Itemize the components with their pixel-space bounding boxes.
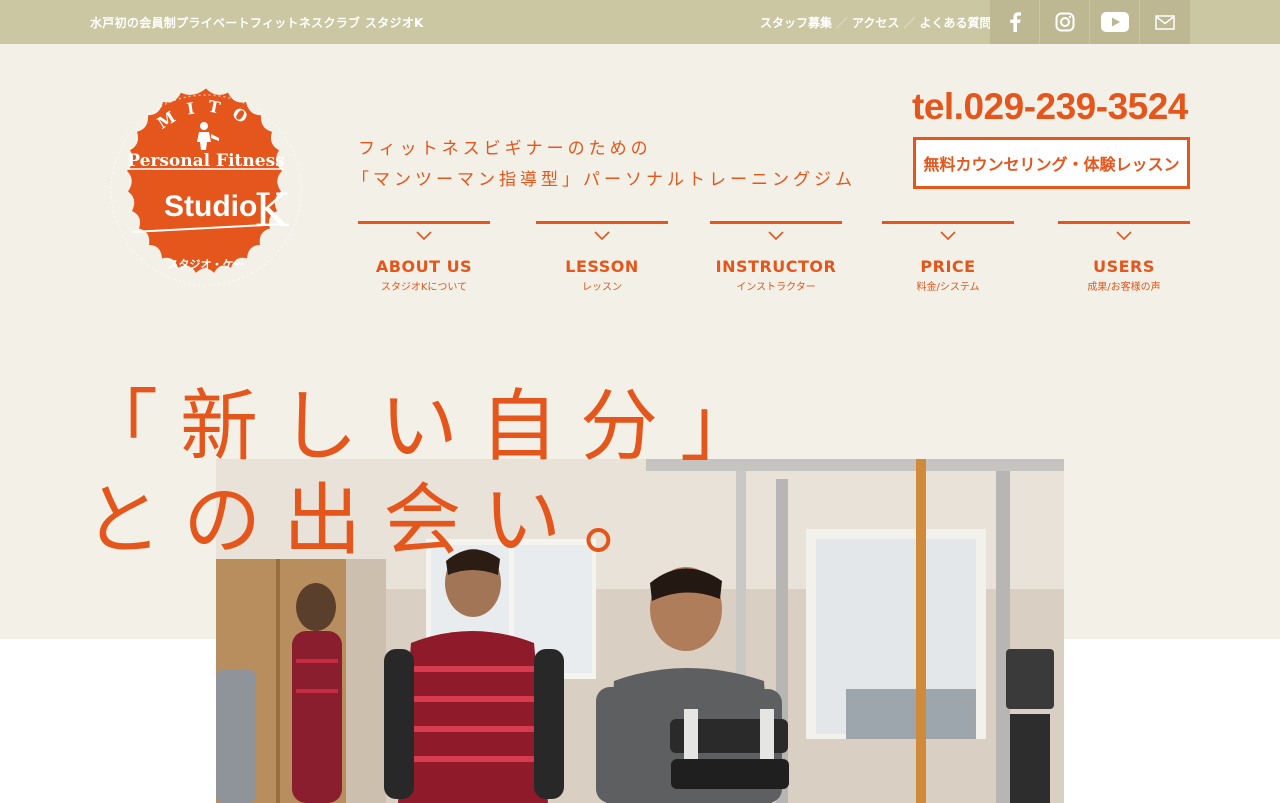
social-links (990, 0, 1190, 44)
nav-label-jp: 料金/システム (916, 282, 980, 293)
nav-bar (882, 221, 1014, 224)
nav-label-jp: インストラクター (736, 282, 816, 293)
mail-icon (1155, 14, 1175, 30)
nav-label-jp: スタジオKについて (380, 282, 468, 293)
hero-catch-line2: との出会い。 (84, 476, 684, 566)
youtube-button[interactable] (1090, 0, 1139, 44)
nav-label-en: ABOUT US (375, 257, 473, 276)
logo-k: K (254, 183, 290, 237)
phone-number[interactable]: tel.029-239-3524 (912, 86, 1188, 128)
mail-button[interactable] (1140, 0, 1190, 44)
chevron-down-icon (416, 231, 432, 241)
top-bar: 水戸初の会員制プライベートフィットネスクラブ スタジオK スタッフ募集／アクセス… (0, 0, 1280, 44)
instagram-button[interactable] (1040, 0, 1089, 44)
top-links: スタッフ募集／アクセス／よくある質問 (760, 14, 991, 31)
link-staff-recruit[interactable]: スタッフ募集 (760, 16, 832, 30)
free-counseling-button[interactable]: 無料カウンセリング・体験レッスン (913, 137, 1190, 189)
separator: ／ (903, 16, 916, 30)
logo-badge (127, 88, 282, 273)
nav-item-users[interactable]: USERS 成果/お客様の声 (1058, 221, 1190, 301)
site-tagline: 水戸初の会員制プライベートフィットネスクラブ スタジオK (90, 16, 424, 30)
chevron-down-icon (940, 231, 956, 241)
instagram-icon (1055, 12, 1074, 32)
chevron-down-icon (594, 231, 610, 241)
nav-label-jp: レッスン (582, 282, 622, 293)
nav-label-en: LESSON (565, 257, 639, 276)
nav-item-instructor[interactable]: INSTRUCTOR インストラクター (710, 221, 842, 301)
link-faq[interactable]: よくある質問 (919, 16, 991, 30)
nav-bar (1058, 221, 1190, 224)
nav-item-about-us[interactable]: ABOUT US スタジオKについて (358, 221, 490, 301)
chevron-down-icon (768, 231, 784, 241)
facebook-icon (1009, 12, 1021, 32)
logo-line1: Personal Fitness (127, 151, 284, 171)
nav-label-en: INSTRUCTOR (715, 257, 837, 276)
tagline-line1: フィットネスビギナーのための (358, 139, 652, 159)
nav-bar (536, 221, 668, 224)
studio-k-logo[interactable]: MITO Personal Fitness Studio K スタジオ・ケー (88, 72, 324, 304)
nav-label-en: USERS (1093, 257, 1155, 276)
logo-line2: Studio (164, 190, 257, 223)
youtube-icon (1100, 12, 1129, 32)
nav-bar (710, 221, 842, 224)
tagline-line2: 「マンツーマン指導型」パーソナルトレーニングジム (352, 170, 856, 190)
nav-item-lesson[interactable]: LESSON レッスン (536, 221, 668, 301)
logo-bottom-text: スタジオ・ケー (168, 258, 245, 271)
separator: ／ (836, 16, 849, 30)
facebook-button[interactable] (990, 0, 1039, 44)
hero-catch-line1: 「新しい自分」 (80, 382, 781, 472)
nav-label-jp: 成果/お客様の声 (1087, 282, 1161, 293)
chevron-down-icon (1116, 231, 1132, 241)
nav-item-price[interactable]: PRICE 料金/システム (882, 221, 1014, 301)
link-access[interactable]: アクセス (852, 16, 899, 30)
nav-label-en: PRICE (920, 257, 976, 276)
nav-bar (358, 221, 490, 224)
